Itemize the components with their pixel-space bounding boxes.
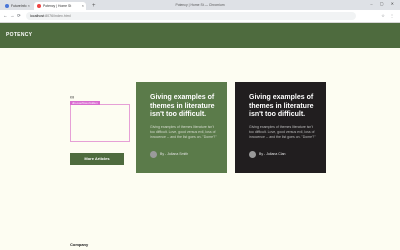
- address-path: :8076/index.html: [44, 14, 71, 18]
- avatar: [150, 151, 157, 158]
- footer-company-heading: Company: [70, 242, 89, 247]
- devtools-selection-label: div.overflow-hidden: [70, 101, 100, 105]
- card-excerpt: Giving examples of themes literature isn…: [150, 124, 217, 139]
- browser-toolbar: ← → ⟳ localhost:8076/index.html ☆ ⋮: [0, 10, 400, 23]
- menu-icon[interactable]: ☆ ⋮: [381, 12, 396, 20]
- tab-futureinfo[interactable]: FutureInfo ×: [2, 2, 32, 10]
- card-title: Giving examples of themes in literature …: [249, 94, 314, 118]
- author-name: By - Juliana Clan: [259, 152, 286, 156]
- avatar: [249, 151, 256, 158]
- back-icon[interactable]: ←: [3, 12, 8, 20]
- reload-icon[interactable]: ⟳: [17, 12, 21, 20]
- card-author: By - Juliana Smith: [150, 151, 188, 158]
- window-title: Potency | Home St — Chromium: [175, 3, 225, 7]
- devtools-selection-outline: [70, 104, 130, 142]
- site-header: POTENCY: [0, 23, 400, 48]
- tab-favicon-icon: [5, 4, 9, 9]
- address-bar[interactable]: localhost:8076/index.html: [26, 12, 356, 20]
- forward-icon[interactable]: →: [10, 12, 15, 20]
- author-name: By - Juliana Smith: [160, 152, 189, 156]
- tab-favicon-icon: [37, 4, 41, 9]
- site-logo[interactable]: POTENCY: [6, 32, 32, 38]
- card-title: Giving examples of themes in literature …: [150, 94, 215, 118]
- window-controls[interactable]: – ▢ ✕: [370, 1, 397, 6]
- more-articles-button[interactable]: More Articles: [70, 153, 124, 165]
- article-card[interactable]: Giving examples of themes in literature …: [136, 82, 227, 173]
- tab-potency[interactable]: Potency | Home St ×: [34, 2, 86, 10]
- card-excerpt: Giving examples of themes literature isn…: [249, 124, 316, 139]
- close-tab-icon[interactable]: ×: [28, 2, 30, 10]
- article-card[interactable]: Giving examples of themes in literature …: [235, 82, 326, 173]
- close-tab-icon[interactable]: ×: [82, 2, 84, 10]
- tab-strip: FutureInfo × Potency | Home St × + Poten…: [0, 0, 400, 10]
- tab-label: FutureInfo: [11, 4, 27, 8]
- tab-label: Potency | Home St: [43, 4, 72, 8]
- address-host: localhost: [30, 14, 45, 18]
- card-author: By - Juliana Clan: [249, 151, 285, 158]
- browser-chrome: FutureInfo × Potency | Home St × + Poten…: [0, 0, 400, 23]
- new-tab-button[interactable]: +: [92, 2, 96, 10]
